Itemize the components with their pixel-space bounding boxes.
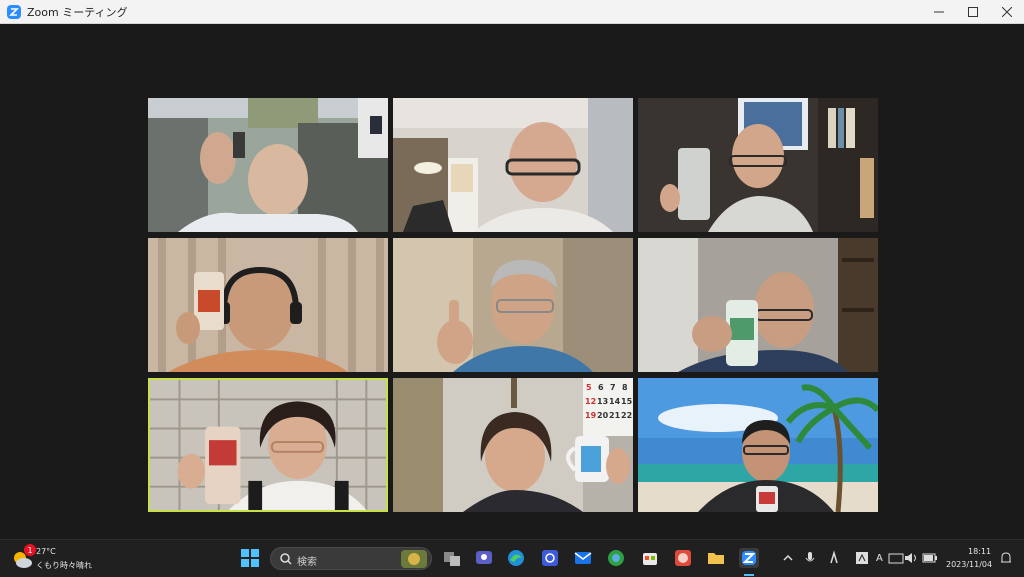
calendar-day-12: 12 [585,397,596,406]
microphone-icon[interactable] [800,548,820,568]
close-button[interactable] [990,0,1024,23]
battery-icon[interactable] [920,548,940,568]
calendar-day-13: 13 [597,397,608,406]
weather-widget[interactable]: 1 27°C くもり時々晴れ [12,544,102,574]
outlook-mail-icon[interactable] [573,548,593,568]
weather-condition: くもり時々晴れ [36,561,92,570]
maximize-button[interactable] [956,0,990,23]
participant-video-3[interactable] [638,98,878,232]
participant-video-9[interactable] [638,378,878,512]
calendar-day-8: 8 [622,383,628,392]
svg-text:1: 1 [27,546,32,555]
ime-mode-indicator[interactable]: A [876,553,883,564]
clock-time[interactable]: 18:11 [968,547,991,556]
zoom-app-icon [7,4,21,19]
app-tray-icon[interactable] [852,548,872,568]
participant-video-4[interactable] [148,238,388,372]
show-hidden-icons-chevron-icon[interactable] [778,548,798,568]
calendar-day-19: 19 [585,411,597,420]
title-bar: Zoom ミーティング [0,0,1024,24]
taskbar: 1 27°C くもり時々晴れ 検索 A 18:11 2023/11/04 [0,539,1024,577]
calendar-day-14: 14 [609,397,621,406]
taskbar-search-box[interactable]: 検索 [270,547,432,570]
minimize-icon [934,11,944,12]
participant-video-2[interactable] [393,98,633,232]
calendar-day-5: 5 [586,383,592,392]
weather-temperature: 27°C [36,547,56,556]
clock-date[interactable]: 2023/11/04 [946,560,992,569]
mail-app-icon[interactable] [540,548,560,568]
close-icon [1002,6,1012,17]
file-explorer-icon[interactable] [706,548,726,568]
weather-alert-badge: 1 [24,544,36,556]
zoom-taskbar-icon[interactable] [739,548,759,568]
calendar-day-6: 6 [598,383,604,392]
windows-start-icon[interactable] [240,548,260,568]
participant-video-1[interactable] [148,98,388,232]
edge-browser-icon[interactable] [506,548,526,568]
participant-video-8[interactable]: 5 6 7 8 12 13 14 15 19 20 21 22 [393,378,633,512]
volume-icon[interactable] [902,548,922,568]
task-view-icon[interactable] [442,548,462,568]
participant-video-5[interactable] [393,238,633,372]
gallery-view: 5 6 7 8 12 13 14 15 19 20 21 22 [148,98,878,514]
teams-chat-icon[interactable] [474,548,494,568]
participant-video-6[interactable] [638,238,878,372]
meeting-area: 5 6 7 8 12 13 14 15 19 20 21 22 [0,24,1024,539]
minimize-button[interactable] [922,0,956,23]
maximize-icon [968,6,978,17]
calendar-day-15: 15 [621,397,633,406]
notification-bell-icon[interactable] [996,548,1016,568]
search-icon [280,553,292,565]
search-highlight-icon [401,550,427,568]
store-app-icon[interactable] [640,548,660,568]
maps-app-icon[interactable] [606,548,626,568]
window-title: Zoom ミーティング [27,5,128,19]
search-placeholder: 検索 [297,557,317,568]
calendar-day-22: 22 [621,411,632,420]
pen-tray-icon[interactable] [824,548,844,568]
calendar-day-7: 7 [610,383,616,392]
calendar-day-20: 20 [597,411,609,420]
red-app-icon[interactable] [673,548,693,568]
calendar-day-21: 21 [609,411,621,420]
participant-video-7-active-speaker[interactable] [148,378,388,512]
